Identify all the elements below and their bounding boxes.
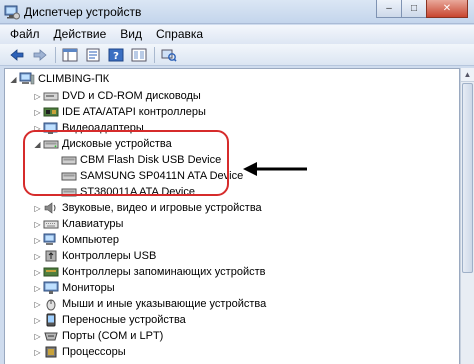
dvd-drive-icon <box>43 92 59 101</box>
console-tree-icon <box>62 48 78 61</box>
mouse-icon <box>46 299 56 311</box>
tree-item-keyboards[interactable]: Клавиатуры <box>62 216 123 232</box>
tree-item-monitors[interactable]: Мониторы <box>62 280 115 296</box>
sound-icon <box>44 202 56 214</box>
device-manager-icon <box>4 5 20 20</box>
view-panel-icon <box>131 48 147 61</box>
device-tree: ◢ CLIMBING-ПК ▷ DVD и CD-ROM дисководы ▷… <box>4 68 460 364</box>
monitor-icon <box>43 281 59 294</box>
expand-toggle[interactable]: ▷ <box>33 92 42 101</box>
tree-root-label[interactable]: CLIMBING-ПК <box>38 71 109 87</box>
device-manager-window: Диспетчер устройств – □ ✕ Файл Действие … <box>0 0 474 364</box>
minimize-button[interactable]: – <box>376 0 402 18</box>
scroll-up-icon[interactable]: ▲ <box>461 68 474 82</box>
ide-controller-icon <box>43 107 59 117</box>
tree-item-dvd[interactable]: DVD и CD-ROM дисководы <box>62 88 201 104</box>
expand-toggle[interactable]: ▷ <box>33 220 42 229</box>
scan-hardware-button[interactable] <box>158 45 180 65</box>
tree-item-storage[interactable]: Контроллеры запоминающих устройств <box>62 264 265 280</box>
processor-icon <box>45 346 57 358</box>
expand-toggle[interactable]: ▷ <box>33 204 42 213</box>
properties-icon <box>86 48 100 61</box>
svg-text:?: ? <box>113 51 119 62</box>
vertical-scrollbar[interactable]: ▲ <box>460 68 474 364</box>
menu-help[interactable]: Справка <box>149 25 210 44</box>
toolbar: ? <box>0 44 474 66</box>
close-button[interactable]: ✕ <box>426 0 468 18</box>
menu-action[interactable]: Действие <box>47 25 114 44</box>
keyboard-icon <box>43 220 59 229</box>
forward-button[interactable] <box>29 45 51 65</box>
menu-bar: Файл Действие Вид Справка <box>0 25 474 44</box>
title-bar[interactable]: Диспетчер устройств – □ ✕ <box>0 0 474 24</box>
expand-toggle[interactable]: ▷ <box>33 252 42 261</box>
expand-toggle[interactable]: ▷ <box>33 300 42 309</box>
properties-button[interactable] <box>82 45 104 65</box>
port-icon <box>44 332 58 341</box>
collapse-toggle[interactable]: ◢ <box>9 75 18 84</box>
scan-hardware-icon <box>161 49 177 62</box>
storage-controller-icon <box>43 267 59 277</box>
computer-icon <box>19 72 35 85</box>
scroll-thumb[interactable] <box>462 83 473 273</box>
pointer-arrow-icon <box>243 162 307 176</box>
window-controls: – □ ✕ <box>376 0 468 18</box>
expand-toggle[interactable]: ▷ <box>33 348 42 357</box>
help-button[interactable]: ? <box>105 45 127 65</box>
expand-toggle[interactable]: ▷ <box>33 268 42 277</box>
portable-device-icon <box>46 313 56 327</box>
highlight-ellipse <box>23 130 229 196</box>
expand-toggle[interactable]: ▷ <box>33 332 42 341</box>
expand-toggle[interactable]: ▷ <box>33 236 42 245</box>
back-button[interactable] <box>6 45 28 65</box>
toolbar-separator <box>154 46 155 63</box>
tree-item-processors[interactable]: Процессоры <box>62 344 126 360</box>
tree-item-mice[interactable]: Мыши и иные указывающие устройства <box>62 296 266 312</box>
expand-toggle[interactable]: ▷ <box>33 316 42 325</box>
help-icon: ? <box>108 48 124 62</box>
usb-icon <box>45 250 57 262</box>
menu-view[interactable]: Вид <box>113 25 149 44</box>
maximize-button[interactable]: □ <box>401 0 427 18</box>
menu-file[interactable]: Файл <box>3 25 47 44</box>
expand-toggle[interactable]: ▷ <box>33 108 42 117</box>
tree-item-portable[interactable]: Переносные устройства <box>62 312 186 328</box>
console-tree-button[interactable] <box>59 45 81 65</box>
view-button[interactable] <box>128 45 150 65</box>
tree-item-usb[interactable]: Контроллеры USB <box>62 248 156 264</box>
back-arrow-icon <box>10 48 24 61</box>
tree-item-ide[interactable]: IDE ATA/ATAPI контроллеры <box>62 104 206 120</box>
forward-arrow-icon <box>33 48 47 61</box>
expand-toggle[interactable]: ▷ <box>33 284 42 293</box>
computer-icon <box>43 233 56 245</box>
toolbar-separator <box>55 46 56 63</box>
tree-item-ports[interactable]: Порты (COM и LPT) <box>62 328 163 344</box>
tree-item-computer[interactable]: Компьютер <box>62 232 119 248</box>
window-title: Диспетчер устройств <box>24 5 142 19</box>
tree-item-sound[interactable]: Звуковые, видео и игровые устройства <box>62 200 262 216</box>
